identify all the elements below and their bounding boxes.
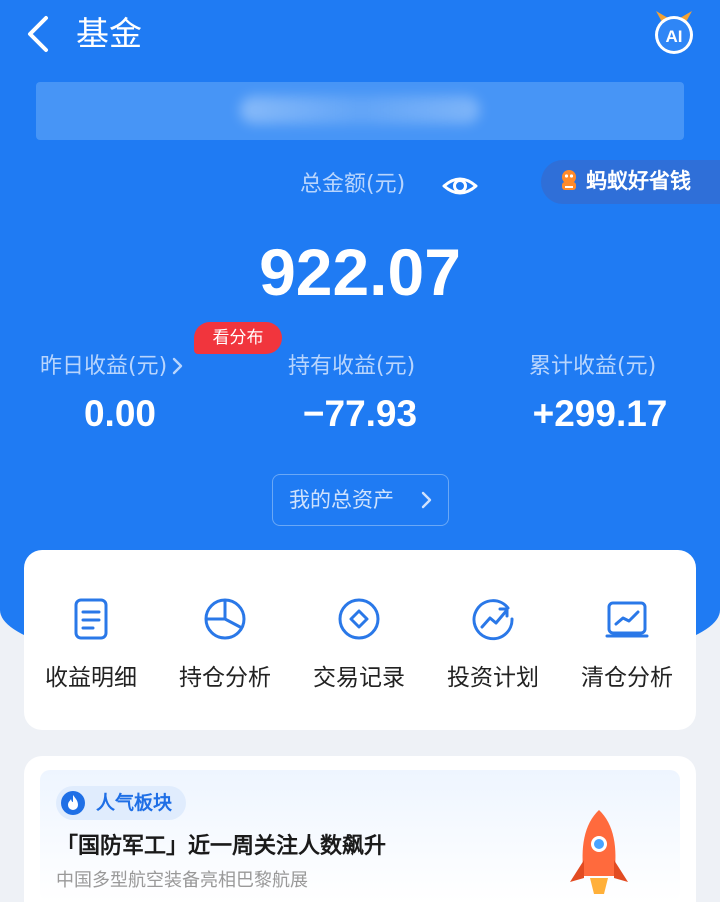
menu-label: 收益明细 (45, 665, 137, 691)
ai-badge-text: AI (666, 27, 683, 46)
blurred-notice-content (240, 96, 480, 124)
menu-label: 投资计划 (447, 665, 539, 691)
total-amount-label: 总金额(元) (300, 172, 406, 197)
flame-icon (61, 791, 85, 815)
holding-earnings-value: −77.93 (302, 393, 418, 434)
top-bar: 基金 AI (0, 0, 720, 70)
eye-icon[interactable] (441, 170, 479, 202)
cumulative-earnings-label: 累计收益(元) (529, 354, 657, 379)
promo-text: 蚂蚁好省钱 (586, 169, 691, 193)
rocket-icon (570, 810, 628, 894)
yesterday-earnings-value: 0.00 (83, 393, 156, 434)
document-icon (74, 598, 108, 640)
yesterday-earnings-label-text: 昨日收益(元) (40, 354, 168, 379)
news-title[interactable]: 「国防军工」近一周关注人数飙升 (56, 830, 386, 864)
chart-board-icon (605, 601, 649, 638)
trend-circle-icon (472, 599, 514, 641)
pie-chart-icon (204, 598, 246, 640)
chevron-right-icon (421, 491, 432, 509)
ant-mascot-icon (562, 170, 576, 190)
menu-label: 持仓分析 (179, 665, 271, 691)
news-subtitle: 中国多型航空装备亮相巴黎航展 (56, 870, 308, 891)
total-amount-value: 922.07 (259, 235, 461, 309)
menu-label: 清仓分析 (581, 665, 673, 691)
menu-item-holding-analysis[interactable]: 持仓分析 (158, 550, 292, 730)
menu-item-transaction-records[interactable]: 交易记录 (292, 550, 426, 730)
chevron-right-icon (172, 357, 183, 375)
menu-item-investment-plan[interactable]: 投资计划 (426, 550, 560, 730)
yesterday-earnings-label[interactable]: 昨日收益(元) (40, 352, 183, 382)
quick-menu-card: 收益明细 持仓分析 交易记录 投资计划 清仓分析 (24, 550, 696, 730)
ai-assistant-icon[interactable]: AI (650, 8, 698, 56)
menu-label: 交易记录 (313, 665, 405, 691)
menu-item-clearance-analysis[interactable]: 清仓分析 (560, 550, 694, 730)
cumulative-earnings-value: +299.17 (532, 393, 668, 434)
back-icon[interactable] (18, 12, 62, 56)
holding-earnings-label: 持有收益(元) (288, 354, 416, 379)
page-title: 基金 (76, 14, 142, 53)
menu-item-earnings-detail[interactable]: 收益明细 (24, 550, 158, 730)
diamond-circle-icon (338, 598, 380, 640)
distribution-badge[interactable]: 看分布 (194, 322, 282, 354)
my-total-assets-label: 我的总资产 (289, 488, 394, 512)
